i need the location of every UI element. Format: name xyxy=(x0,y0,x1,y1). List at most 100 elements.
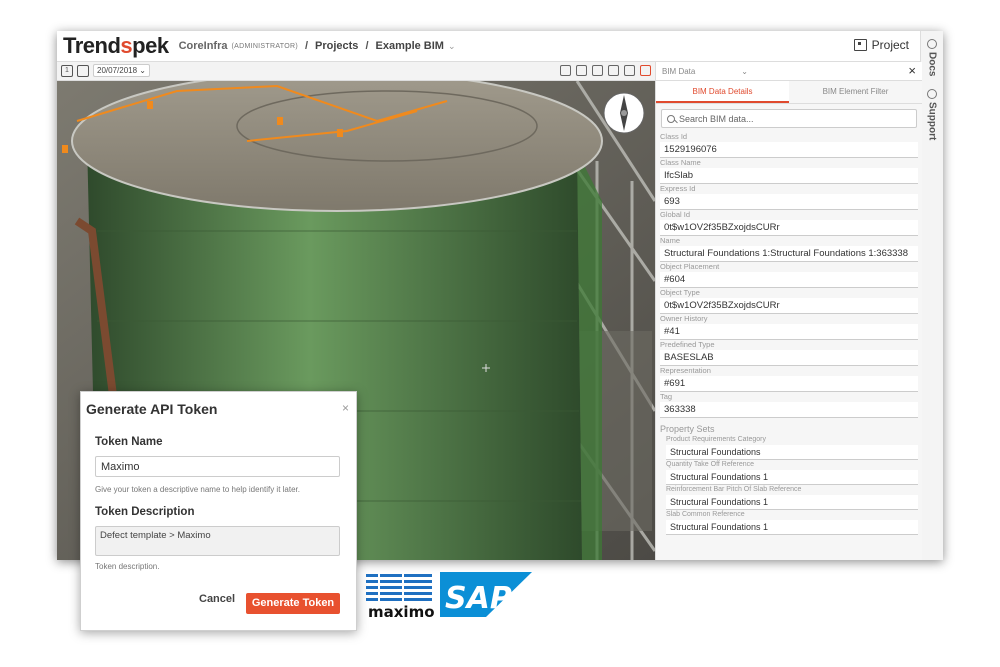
trendspek-logo[interactable]: Trendspek xyxy=(63,33,169,59)
date-selector[interactable]: 20/07/2018 ⌄ xyxy=(93,64,150,77)
breadcrumb-current-project[interactable]: Example BIM xyxy=(376,40,444,52)
bim-data-selector[interactable]: BIM Data ⌄ xyxy=(662,67,748,76)
field-label: Class Name xyxy=(660,158,701,167)
bim-data-panel: BIM Data ⌄ × BIM Data Details BIM Elemen… xyxy=(655,62,922,560)
sap-text: SAP xyxy=(445,581,512,616)
bim-data-icon[interactable] xyxy=(640,65,651,76)
chevron-down-icon[interactable]: ⌄ xyxy=(448,41,456,52)
ibm-maximo-logo: maximo xyxy=(364,572,436,622)
property-label: Reinforcement Bar Pitch Of Slab Referenc… xyxy=(666,486,802,493)
property-sets-title: Property Sets xyxy=(660,424,715,434)
date-value: 20/07/2018 xyxy=(97,66,138,75)
field-value[interactable]: 693 xyxy=(660,194,918,210)
field-label: Object Placement xyxy=(660,262,720,271)
maximo-text: maximo xyxy=(368,603,435,621)
breadcrumb-projects[interactable]: Projects xyxy=(315,40,358,52)
field-label: Tag xyxy=(660,392,673,401)
settings-gear-icon[interactable] xyxy=(608,65,619,76)
field-value[interactable]: 1529196076 xyxy=(660,142,918,158)
viewer-toolbar: 1 20/07/2018 ⌄ xyxy=(57,62,655,81)
field-label: Owner History xyxy=(660,314,708,323)
chevron-down-icon: ⌄ xyxy=(741,66,748,76)
field-value[interactable]: BASESLAB xyxy=(660,350,918,366)
refresh-icon[interactable] xyxy=(576,65,587,76)
project-button[interactable]: Project xyxy=(853,38,909,52)
field-value[interactable]: 363338 xyxy=(660,402,918,418)
bim-data-selector-value: BIM Data xyxy=(662,66,696,76)
property-value[interactable]: Structural Foundations 1 xyxy=(666,495,918,510)
logo-text: Trend xyxy=(63,33,121,58)
sap-logo: SAP xyxy=(440,572,532,617)
field-label: Name xyxy=(660,236,681,245)
search-placeholder: Search BIM data... xyxy=(679,113,754,124)
field-predefined-type: Predefined Type BASESLAB xyxy=(660,340,922,366)
project-button-label: Project xyxy=(871,38,909,52)
support-tab[interactable]: Support xyxy=(924,89,940,140)
sap-logo-graphic: SAP xyxy=(440,572,532,617)
token-description-label: Token Description xyxy=(95,506,195,518)
breadcrumb: CoreInfra (ADMINISTRATOR) / Projects / E… xyxy=(179,40,456,52)
field-value[interactable]: #41 xyxy=(660,324,918,340)
top-bar: Trendspek CoreInfra (ADMINISTRATOR) / Pr… xyxy=(57,31,921,62)
tab-bim-element-filter[interactable]: BIM Element Filter xyxy=(789,81,922,103)
layers-icon[interactable] xyxy=(77,64,89,77)
field-label: Representation xyxy=(660,366,711,375)
field-value[interactable]: IfcSlab xyxy=(660,168,918,184)
property-quantity-take-off: Quantity Take Off Reference Structural F… xyxy=(666,460,922,485)
breadcrumb-role: (ADMINISTRATOR) xyxy=(231,42,298,50)
chevron-down-icon: ⌄ xyxy=(139,66,146,75)
property-product-requirements: Product Requirements Category Structural… xyxy=(666,435,922,460)
search-input[interactable]: Search BIM data... xyxy=(661,109,917,128)
tab-bim-data-details[interactable]: BIM Data Details xyxy=(656,81,789,103)
support-icon xyxy=(927,89,937,99)
project-icon xyxy=(853,39,867,51)
docs-tab[interactable]: Docs xyxy=(924,39,940,76)
breadcrumb-org[interactable]: CoreInfra xyxy=(179,40,228,52)
property-slab-common: Slab Common Reference Structural Foundat… xyxy=(666,510,922,535)
field-label: Global Id xyxy=(660,210,691,219)
token-name-input[interactable]: Maximo xyxy=(95,456,340,477)
field-label: Express Id xyxy=(660,184,696,193)
measure-icon[interactable] xyxy=(560,65,571,76)
field-label: Predefined Type xyxy=(660,340,715,349)
cancel-button[interactable]: Cancel xyxy=(199,593,235,605)
logo-accent: s xyxy=(120,33,133,58)
field-value[interactable]: 0t$w1OV2f35BZxojdsCURr xyxy=(660,220,918,236)
token-name-label: Token Name xyxy=(95,436,163,448)
field-tag: Tag 363338 xyxy=(660,392,922,418)
compass-icon xyxy=(603,92,645,134)
layer-number-icon[interactable]: 1 xyxy=(61,64,73,77)
field-class-name: Class Name IfcSlab xyxy=(660,158,922,184)
dialog-title: Generate API Token xyxy=(86,401,218,417)
field-label: Class Id xyxy=(660,132,688,141)
field-representation: Representation #691 xyxy=(660,366,922,392)
property-value[interactable]: Structural Foundations 1 xyxy=(666,470,918,485)
generate-api-token-dialog: Generate API Token × Token Name Maximo G… xyxy=(80,391,357,631)
field-value[interactable]: #604 xyxy=(660,272,918,288)
property-label: Product Requirements Category xyxy=(666,436,766,443)
property-value[interactable]: Structural Foundations 1 xyxy=(666,520,918,535)
field-name: Name Structural Foundations 1:Structural… xyxy=(660,236,922,262)
bim-panel-header: BIM Data ⌄ × xyxy=(656,62,922,81)
field-value[interactable]: Structural Foundations 1:Structural Foun… xyxy=(660,246,918,262)
field-express-id: Express Id 693 xyxy=(660,184,922,210)
field-object-type: Object Type 0t$w1OV2f35BZxojdsCURr xyxy=(660,288,922,314)
token-description-textarea[interactable]: Defect template > Maximo xyxy=(95,526,340,556)
field-global-id: Global Id 0t$w1OV2f35BZxojdsCURr xyxy=(660,210,922,236)
fullscreen-icon[interactable] xyxy=(592,65,603,76)
property-reinforcement-bar-pitch: Reinforcement Bar Pitch Of Slab Referenc… xyxy=(666,485,922,510)
property-value[interactable]: Structural Foundations xyxy=(666,445,918,460)
side-rail: Docs Support xyxy=(920,31,943,560)
token-name-help: Give your token a descriptive name to he… xyxy=(95,485,300,494)
generate-token-button[interactable]: Generate Token xyxy=(246,593,340,614)
close-icon[interactable]: × xyxy=(342,401,349,415)
logo-text-rest: pek xyxy=(132,33,169,58)
field-value[interactable]: 0t$w1OV2f35BZxojdsCURr xyxy=(660,298,918,314)
close-icon[interactable]: × xyxy=(908,63,916,78)
field-value[interactable]: #691 xyxy=(660,376,918,392)
ibm-logo-graphic: maximo xyxy=(366,572,435,621)
docs-label: Docs xyxy=(926,52,938,77)
token-description-help: Token description. xyxy=(95,562,160,571)
support-label: Support xyxy=(926,102,938,141)
panel-split-icon[interactable] xyxy=(624,65,635,76)
